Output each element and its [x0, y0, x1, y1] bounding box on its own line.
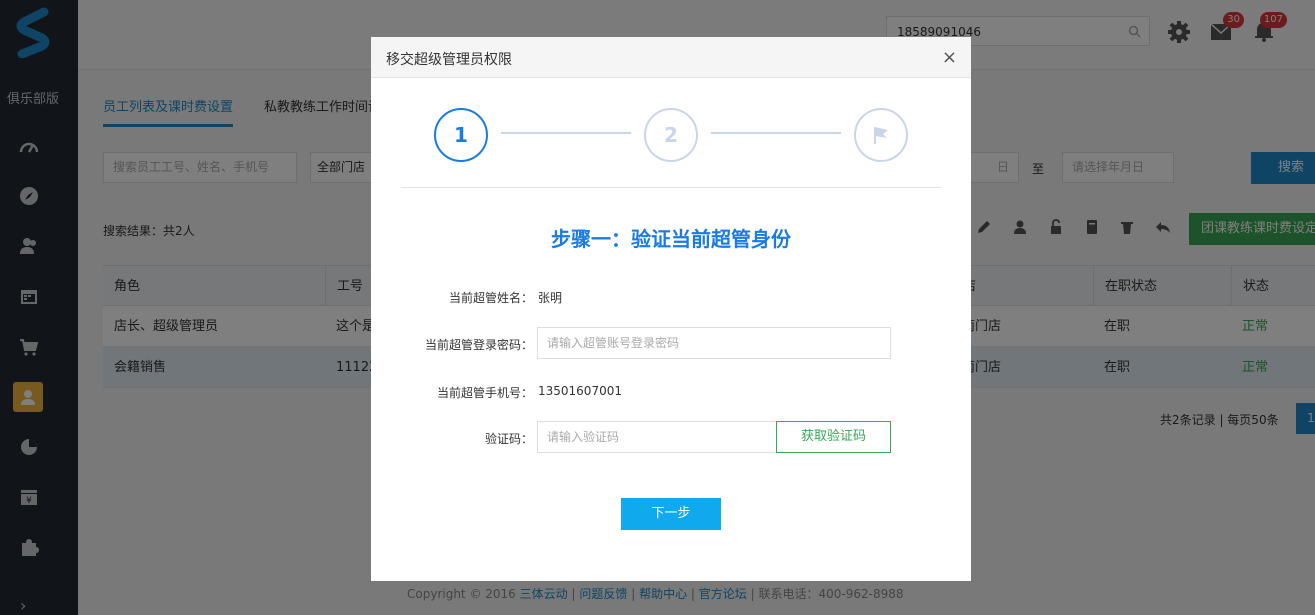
verification-code-label: 验证码： — [484, 432, 533, 446]
step-finish-indicator — [854, 108, 908, 162]
password-field[interactable] — [537, 327, 891, 359]
step-1-indicator: 1 — [434, 108, 488, 162]
password-label: 当前超管登录密码： — [424, 338, 533, 352]
step-connector — [711, 132, 841, 134]
verification-code-field[interactable] — [537, 421, 777, 453]
step-connector — [501, 132, 631, 134]
get-code-button[interactable]: 获取验证码 — [776, 421, 891, 453]
transfer-admin-modal: 移交超级管理员权限 × 1 2 步骤一：验证当前超管身份 当前超管姓名： 张明 … — [371, 37, 971, 581]
modal-header: 移交超级管理员权限 × — [371, 37, 971, 78]
admin-name-value: 张明 — [538, 291, 563, 305]
admin-phone-value: 13501607001 — [538, 384, 622, 398]
admin-name-label: 当前超管姓名： — [448, 291, 533, 305]
step-2-indicator: 2 — [644, 108, 698, 162]
flag-icon — [874, 127, 888, 144]
next-step-button[interactable]: 下一步 — [621, 498, 721, 530]
modal-title: 移交超级管理员权限 — [386, 52, 512, 68]
divider — [401, 187, 941, 188]
step-heading: 步骤一：验证当前超管身份 — [551, 227, 791, 251]
admin-phone-label: 当前超管手机号： — [436, 386, 533, 400]
close-icon[interactable]: × — [942, 47, 957, 68]
